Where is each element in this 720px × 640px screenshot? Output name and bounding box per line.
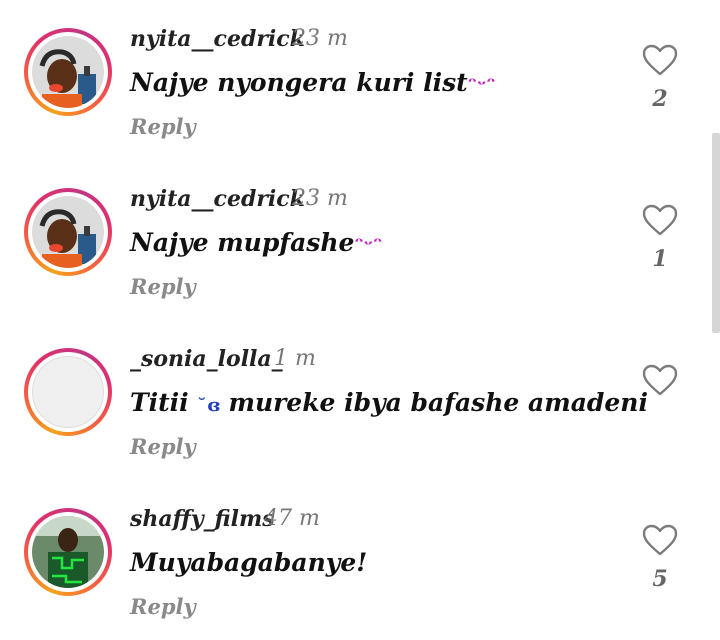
like-count: 1 [652, 246, 668, 272]
comment-username[interactable]: shaffy_films [130, 506, 275, 532]
comment-text: Najye nyongera kuri listᵔᵕᵔ [130, 68, 496, 97]
heart-icon[interactable] [642, 524, 678, 556]
reply-button[interactable]: Reply [130, 114, 196, 139]
comment-time: 47 m [264, 506, 320, 531]
avatar-photo [32, 196, 104, 268]
comment-username[interactable]: nyita__cedrick [130, 26, 305, 52]
avatar[interactable] [24, 348, 112, 436]
comment-time: 23 m [292, 26, 348, 51]
avatar[interactable] [24, 188, 112, 276]
comment-item: shaffy_films 47 m Muyabagabanye! Reply 5 [0, 480, 720, 640]
comment-text: Najye mupfasheᵔᵕᵔ [130, 228, 383, 257]
comment-item: nyita__cedrick 23 m Najye nyongera kuri … [0, 0, 720, 160]
scrollbar[interactable] [712, 133, 720, 333]
kiss-emoji-icon: ᵔᵕᵔ [354, 232, 383, 256]
heart-icon[interactable] [642, 364, 678, 396]
kiss-emoji-icon: ᵔᵕᵔ [467, 72, 496, 96]
tear-emoji-icon: ˘ɞ [197, 395, 229, 416]
heart-icon[interactable] [642, 44, 678, 76]
reply-button[interactable]: Reply [130, 594, 196, 619]
comment-username[interactable]: nyita__cedrick [130, 186, 305, 212]
reply-button[interactable]: Reply [130, 274, 196, 299]
like-count: 5 [652, 566, 668, 592]
like-count: 2 [652, 86, 668, 112]
comment-text: Muyabagabanye! [130, 548, 368, 577]
comment-time: 1 m [274, 346, 316, 371]
heart-icon[interactable] [642, 204, 678, 236]
empty-avatar-icon [32, 356, 104, 428]
comment-item: _sonia_lolla_ 1 m Titii ˘ɞ mureke ibya b… [0, 320, 720, 480]
avatar[interactable] [24, 508, 112, 596]
comment-item: nyita__cedrick 23 m Najye mupfasheᵔᵕᵔ Re… [0, 160, 720, 320]
comment-time: 23 m [292, 186, 348, 211]
comment-text: Titii ˘ɞ mureke ibya bafashe amadeni [130, 388, 648, 417]
avatar[interactable] [24, 28, 112, 116]
reply-button[interactable]: Reply [130, 434, 196, 459]
avatar-photo [32, 36, 104, 108]
avatar-photo [32, 516, 104, 588]
comment-username[interactable]: _sonia_lolla_ [130, 346, 283, 372]
